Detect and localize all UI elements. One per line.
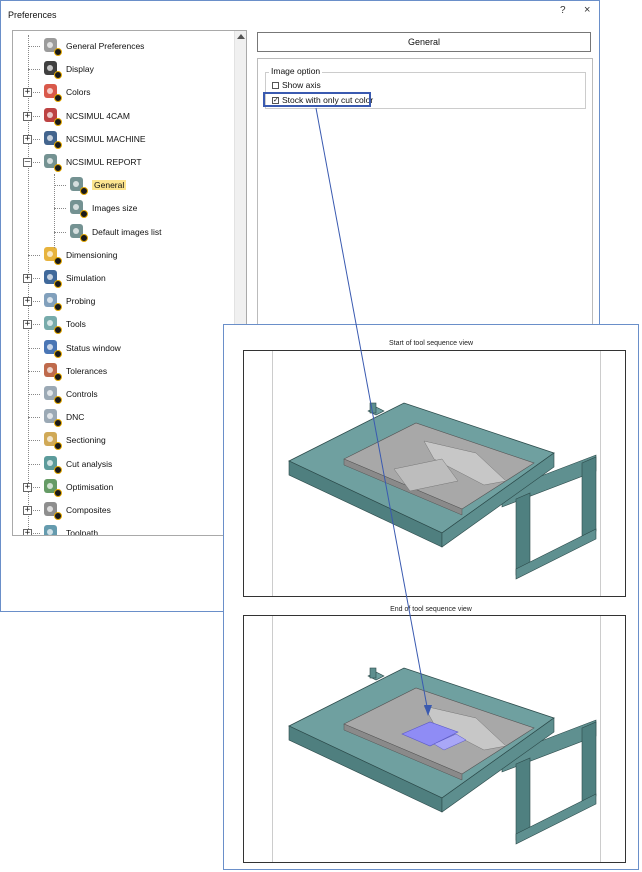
arrowhead-icon [424,705,432,716]
callout-line [315,107,429,713]
callout-connector [315,107,432,716]
